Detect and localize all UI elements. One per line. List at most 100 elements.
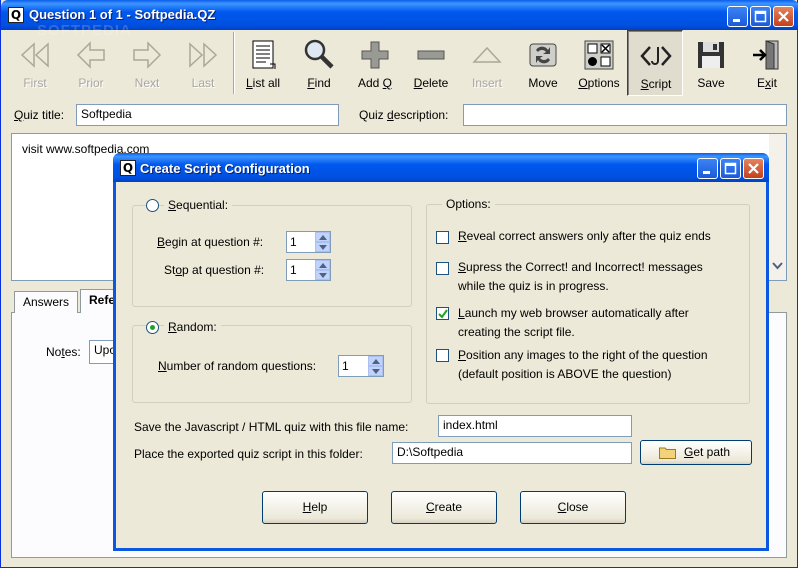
next-button[interactable]: Next xyxy=(119,30,175,96)
dialog-close-window-button[interactable] xyxy=(743,158,764,179)
arrow-left-icon xyxy=(76,41,105,69)
delete-button[interactable]: Delete xyxy=(403,30,459,96)
minimize-icon xyxy=(733,19,740,22)
arrow-right-icon xyxy=(133,41,162,69)
exit-label: Exit xyxy=(756,76,777,90)
minus-icon xyxy=(417,50,445,60)
filename-label: Save the Javascript / HTML quiz with thi… xyxy=(134,420,409,434)
find-label: Find xyxy=(307,76,331,90)
app-icon[interactable]: Q xyxy=(8,7,24,23)
notes-label: Notes: xyxy=(46,345,81,359)
close-icon xyxy=(748,163,759,174)
folder-icon xyxy=(659,447,676,459)
help-label: Help xyxy=(302,500,328,514)
filename-input[interactable]: index.html xyxy=(438,415,632,437)
chevron-down-icon xyxy=(772,262,783,270)
sequential-label: Sequential: xyxy=(164,198,233,212)
close-window-button[interactable] xyxy=(773,6,794,27)
position-images-checkbox[interactable] xyxy=(436,349,449,362)
quiz-title-input[interactable]: Softpedia xyxy=(76,104,339,126)
notes-input[interactable]: Upc xyxy=(89,340,115,364)
sequential-group xyxy=(132,205,412,307)
maximize-button[interactable] xyxy=(750,6,771,27)
stop-label: Stop at question #: xyxy=(164,263,265,277)
arrow-right-double-icon xyxy=(189,42,218,68)
down-arrow-icon xyxy=(319,245,327,250)
begin-down-button[interactable] xyxy=(315,242,330,252)
get-path-label: Get path xyxy=(684,445,731,459)
script-label: Script xyxy=(640,77,672,91)
save-label: Save xyxy=(697,76,725,90)
close-button[interactable]: Close xyxy=(520,491,626,524)
help-button[interactable]: Help xyxy=(262,491,368,524)
delete-label: Delete xyxy=(413,76,449,90)
toolbar: First Prior Next Last List all Find Add … xyxy=(5,30,795,96)
random-down-button[interactable] xyxy=(368,366,383,376)
random-count-stepper[interactable]: 1 xyxy=(338,355,384,377)
options-grid-icon xyxy=(584,40,614,70)
close-icon xyxy=(778,11,789,22)
launch-browser-checkbox[interactable] xyxy=(436,307,449,320)
last-button[interactable]: Last xyxy=(175,30,231,96)
get-path-button[interactable]: Get path xyxy=(640,440,752,465)
memo-scrollbar[interactable] xyxy=(769,134,786,280)
launch-browser-label-line2: creating the script file. xyxy=(458,325,575,339)
quiz-title-label: Quiz title: xyxy=(14,108,65,122)
exit-door-icon xyxy=(753,40,779,70)
options-label: Options xyxy=(578,76,620,90)
add-q-button[interactable]: Add Q xyxy=(347,30,403,96)
options-group-label: Options: xyxy=(442,197,495,211)
window-title: Question 1 of 1 - Softpedia.QZ xyxy=(29,7,216,22)
move-arrows-icon xyxy=(529,43,557,67)
minimize-icon xyxy=(703,171,710,174)
suppress-messages-label: Supress the Correct! and Incorrect! mess… xyxy=(458,260,703,274)
up-arrow-icon xyxy=(319,235,327,240)
dialog-maximize-button[interactable] xyxy=(720,158,741,179)
dialog-minimize-button[interactable] xyxy=(697,158,718,179)
sequential-radio[interactable] xyxy=(146,199,159,212)
create-button[interactable]: Create xyxy=(391,491,497,524)
insert-arrow-icon xyxy=(472,46,502,63)
magnifier-icon xyxy=(304,39,334,69)
stop-down-button[interactable] xyxy=(315,270,330,280)
random-count-label: Number of random questions: xyxy=(158,359,317,373)
dialog-title-bar[interactable]: Q Create Script Configuration xyxy=(113,153,769,182)
list-all-button[interactable]: List all xyxy=(235,30,291,96)
begin-stepper[interactable]: 1 xyxy=(286,231,331,253)
script-code-icon xyxy=(640,46,672,66)
up-arrow-icon xyxy=(319,263,327,268)
arrow-left-double-icon xyxy=(20,42,49,68)
add-q-label: Add Q xyxy=(357,76,393,90)
last-label: Last xyxy=(191,76,215,90)
next-label: Next xyxy=(134,76,160,90)
stop-value: 1 xyxy=(290,263,297,277)
stop-up-button[interactable] xyxy=(315,260,330,270)
prior-button[interactable]: Prior xyxy=(63,30,119,96)
stop-stepper[interactable]: 1 xyxy=(286,259,331,281)
position-images-label-line2: (default position is ABOVE the question) xyxy=(458,367,672,381)
minimize-button[interactable] xyxy=(727,6,748,27)
script-button[interactable]: Script xyxy=(627,30,683,96)
title-bar[interactable]: Q Question 1 of 1 - Softpedia.QZ SOFTPED… xyxy=(1,0,798,39)
first-label: First xyxy=(23,76,47,90)
create-label: Create xyxy=(425,500,463,514)
save-button[interactable]: Save xyxy=(683,30,739,96)
tab-answers[interactable]: Answers xyxy=(14,291,79,313)
options-button[interactable]: Options xyxy=(571,30,627,96)
quiz-description-input[interactable] xyxy=(463,104,787,126)
find-button[interactable]: Find xyxy=(291,30,347,96)
insert-button[interactable]: Insert xyxy=(459,30,515,96)
begin-up-button[interactable] xyxy=(315,232,330,242)
folder-input[interactable]: D:\Softpedia xyxy=(392,442,632,464)
suppress-messages-checkbox[interactable] xyxy=(436,262,449,275)
folder-label: Place the exported quiz script in this f… xyxy=(134,447,363,461)
random-label: Random: xyxy=(164,320,221,334)
random-radio[interactable] xyxy=(146,321,159,334)
dialog-app-icon[interactable]: Q xyxy=(120,160,136,176)
random-up-button[interactable] xyxy=(368,356,383,366)
reveal-answers-checkbox[interactable] xyxy=(436,231,449,244)
first-button[interactable]: First xyxy=(7,30,63,96)
exit-button[interactable]: Exit xyxy=(739,30,795,96)
move-button[interactable]: Move xyxy=(515,30,571,96)
prior-label: Prior xyxy=(78,76,104,90)
